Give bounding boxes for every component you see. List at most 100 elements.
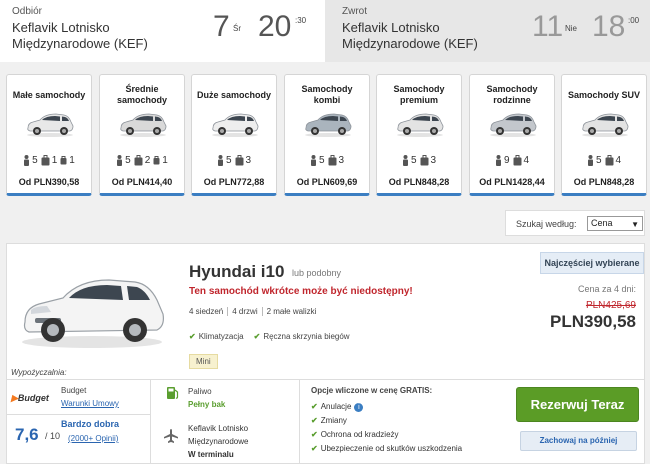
feature-seats: 4 siedzeń [189,307,224,316]
fuel-icon [167,387,179,399]
small-bag-icon [153,156,160,165]
sort-panel: Szukaj według: Cena ▼ [505,210,645,236]
return-day: 11 [532,10,564,43]
price-period: Cena za 4 dni: [577,284,636,294]
category-card[interactable]: Średnie samochody 5 2 1 Od PLN414,40 [99,74,185,196]
large-bag-icon [513,155,521,166]
return-minutes: :00 [628,16,640,25]
seat-icon [310,155,316,166]
seats: 5 [116,155,131,166]
large-bag-icon [134,155,143,166]
equipment-item: ✔ Ręczna skrzynia biegów [254,332,350,341]
category-price: Od PLN390,58 [18,177,80,187]
included-cancellation: Anulacje [320,402,352,411]
small-bags: 1 [60,155,75,166]
check-icon: ✔ [311,430,318,439]
category-car-image [120,113,167,137]
plane-icon [164,429,178,443]
category-card[interactable]: Samochody premium 5 3 Od PLN848,28 [376,74,462,196]
bags: 4 [513,155,530,166]
seat-count: 5 [595,155,602,166]
save-for-later-button[interactable]: Zachowaj na później [520,431,637,451]
car-features: 4 siedzeń 4 drzwi 2 małe walizki [189,307,317,316]
category-car-image [305,113,352,137]
divider [7,414,151,415]
pickup-details: Paliwo Pełny bak Keflavik Lotnisko Międz… [152,380,300,464]
large-bag-icon [420,155,428,166]
small-bag-count: 1 [162,155,168,166]
included-item: ✔ Ubezpieczenie od skutków uszkodzenia [311,442,462,456]
rating-label: Bardzo dobra [61,419,120,429]
category-card[interactable]: Duże samochody 5 3 Od PLN772,88 [191,74,277,196]
opinions-link[interactable]: (2000+ Opinii) [68,434,118,443]
sort-label: Szukaj według: [516,219,577,229]
seat-count: 5 [225,155,232,166]
pickup-label: Odbiór [12,6,43,17]
included-item: ✔ Anulacje i [311,400,462,414]
price-old: PLN425,69 [585,300,636,311]
seat-icon [24,155,30,166]
category-car-image [397,113,444,137]
return-location-line2: Międzynarodowe (KEF) [342,36,478,51]
category-specs: 94 [470,155,554,166]
offer-details: ▶Budget Budget Warunki Umowy 7,6 / 10 Ba… [7,379,644,464]
category-car-image [490,113,537,137]
category-card[interactable]: Małe samochody 5 1 1 Od PLN390,58 [6,74,92,196]
small-bags: 1 [153,155,168,166]
supplier-info: ▶Budget Budget Warunki Umowy 7,6 / 10 Ba… [7,380,151,464]
category-card[interactable]: Samochody rodzinne 9 4 Od PLN1428,44 [469,74,555,196]
category-specs: 53 [285,155,369,166]
large-bag-icon [605,155,613,166]
feature-doors: 4 drzwi [227,307,258,316]
sort-select[interactable]: Cena ▼ [587,216,643,231]
bags: 3 [235,155,251,166]
seat-count: 9 [503,155,510,166]
small-bag-count: 1 [69,155,75,166]
category-price: Od PLN848,28 [573,177,635,187]
seats: 5 [23,155,38,166]
return-hour: 18 [592,10,626,43]
seat-icon [587,155,593,166]
pickup-location: Keflavik Lotnisko Międzynarodowe (KEF) [12,20,148,52]
return-location-line1: Keflavik Lotnisko [342,20,440,35]
offer-card: Najczęściej wybierane Wypożyczalnia: Hyu… [6,243,645,464]
pickup-panel[interactable]: Odbiór Keflavik Lotnisko Międzynarodowe … [0,0,325,62]
category-specs: 54 [562,155,646,166]
pickup-airport: Keflavik Lotnisko Międzynarodowe W termi… [188,422,248,461]
seat-icon [495,155,501,166]
budget-logo: ▶Budget [11,393,49,403]
category-specs: 53 [192,155,276,166]
large-bag-icon [41,155,50,166]
bag-count: 3 [430,155,437,166]
seats: 9 [495,155,510,166]
bag-count: 3 [338,155,345,166]
book-now-button[interactable]: Rezerwuj Teraz [516,387,639,422]
budget-logo-text: Budget [17,393,49,403]
seat-icon [117,155,123,166]
category-name: Duże samochody [196,89,272,100]
category-specs: 5 21 [100,155,184,166]
large-bag-count: 2 [144,155,151,166]
airport-terminal: W terminalu [188,450,234,459]
car-name: Hyundai i10 [189,262,285,281]
bags: 3 [328,155,345,166]
included-title: Opcje wliczone w cenę GRATIS: [311,386,433,395]
return-panel[interactable]: Zwrot Keflavik Lotnisko Międzynarodowe (… [325,0,650,62]
info-icon[interactable]: i [354,403,364,412]
return-location: Keflavik Lotnisko Międzynarodowe (KEF) [342,20,478,52]
category-card[interactable]: Samochody SUV 5 4 Od PLN848,28 [561,74,647,196]
seat-icon [217,155,223,166]
category-price: Od PLN772,88 [203,177,265,187]
supplier-name: Budget [61,386,87,395]
bag-count: 4 [523,155,530,166]
included-options: Opcje wliczone w cenę GRATIS: ✔ Anulacje i… [307,380,507,464]
availability-warning: Ten samochód wkrótce może być niedostępn… [189,286,413,297]
included-item: ✔ Zmiany [311,414,462,428]
included-damage-insurance: Ubezpieczenie od skutków uszkodzenia [320,444,463,453]
category-card[interactable]: Samochody kombi 5 3 Od PLN609,69 [284,74,370,196]
rental-terms-link[interactable]: Warunki Umowy [61,399,119,408]
category-price: Od PLN848,28 [388,177,450,187]
dropdown-arrow-icon: ▼ [631,220,639,229]
large-bag-count: 1 [51,155,58,166]
pickup-location-line1: Keflavik Lotnisko [12,20,110,35]
